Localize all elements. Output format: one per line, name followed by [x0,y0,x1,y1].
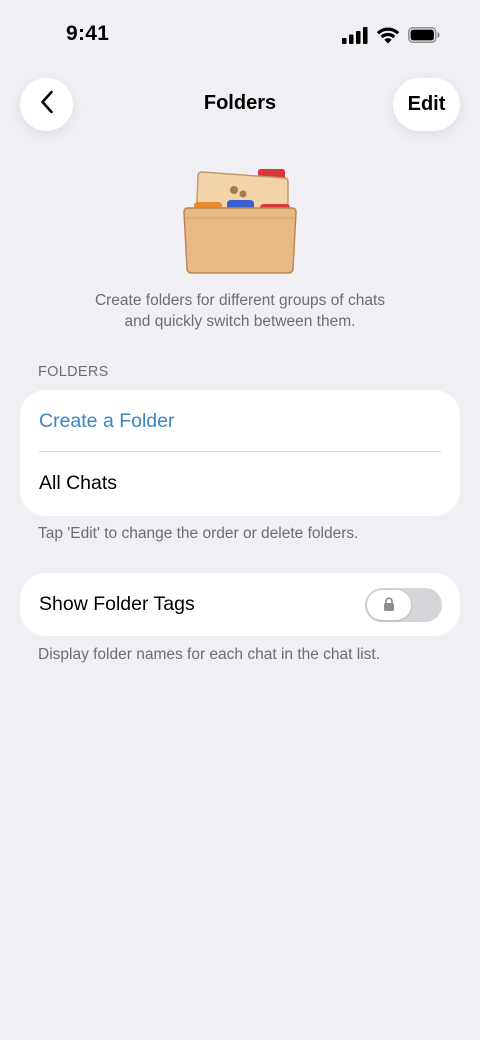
cellular-signal-icon [342,26,368,49]
intro-line-2: and quickly switch between them. [124,313,356,330]
folders-illustration [180,166,300,278]
toggle-knob [367,590,411,620]
show-folder-tags-toggle[interactable] [365,588,442,622]
show-folder-tags-row[interactable]: Show Folder Tags [20,573,460,635]
create-folder-button[interactable]: Create a Folder [20,390,460,452]
folder-item-all-chats[interactable]: All Chats [20,452,460,514]
show-folder-tags-label: Show Folder Tags [39,592,195,615]
status-time: 9:41 [66,22,110,45]
folder-icon [183,169,297,274]
folders-section-header: FOLDERS [38,364,109,380]
intro-description: Create folders for different groups of c… [40,290,440,332]
folders-list: Create a Folder All Chats [20,390,460,516]
battery-icon [408,27,440,48]
folders-screen: 9:41 Folders Edit Create folders for dif… [0,0,480,1040]
wifi-icon [376,26,400,49]
folder-tags-setting: Show Folder Tags [20,573,460,636]
create-folder-label: Create a Folder [39,409,175,432]
edit-button[interactable]: Edit [393,78,460,131]
folder-tags-footer-note: Display folder names for each chat in th… [38,646,381,663]
status-icons [342,26,440,49]
intro-line-1: Create folders for different groups of c… [94,292,386,309]
folder-item-label: All Chats [39,471,118,494]
status-bar: 9:41 [0,0,480,70]
lock-icon [383,594,395,617]
folders-footer-note: Tap 'Edit' to change the order or delete… [38,525,359,542]
